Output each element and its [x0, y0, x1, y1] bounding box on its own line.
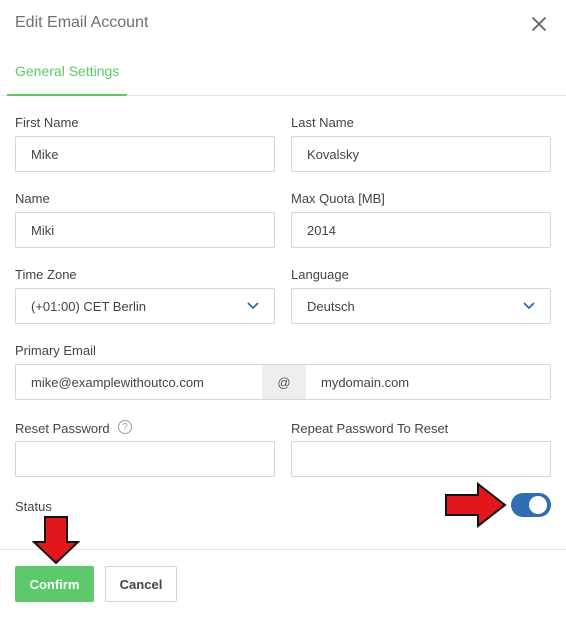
name-field[interactable] — [15, 212, 275, 248]
email-local-part-field[interactable] — [16, 365, 262, 399]
reset-password-field[interactable] — [15, 441, 275, 477]
chevron-down-icon — [523, 302, 535, 309]
tab-general-settings[interactable]: General Settings — [7, 50, 128, 96]
status-toggle[interactable] — [511, 493, 551, 517]
tab-bar: General Settings — [0, 50, 566, 96]
annotation-arrow-right-icon — [445, 482, 507, 528]
max-quota-label: Max Quota [MB] — [291, 191, 385, 206]
time-zone-select[interactable]: (+01:00) CET Berlin — [15, 288, 275, 324]
toggle-knob — [529, 496, 547, 514]
annotation-arrow-down-icon — [31, 516, 81, 565]
primary-email-group: @ — [15, 364, 551, 400]
first-name-field[interactable] — [15, 136, 275, 172]
chevron-down-icon — [247, 302, 259, 309]
confirm-button[interactable]: Confirm — [15, 566, 94, 602]
primary-email-label: Primary Email — [15, 343, 96, 358]
modal-title: Edit Email Account — [15, 14, 149, 31]
footer-divider — [0, 549, 566, 550]
max-quota-field[interactable] — [291, 212, 551, 248]
time-zone-value: (+01:00) CET Berlin — [31, 298, 147, 314]
email-at-addon: @ — [262, 365, 306, 399]
first-name-label: First Name — [15, 115, 79, 130]
email-domain-field[interactable] — [306, 365, 550, 399]
repeat-password-label: Repeat Password To Reset — [291, 421, 449, 436]
modal-header: Edit Email Account — [0, 0, 566, 50]
edit-email-account-modal: Edit Email Account General Settings Firs… — [0, 0, 566, 624]
close-icon[interactable] — [527, 12, 551, 36]
language-label: Language — [291, 267, 349, 282]
last-name-field[interactable] — [291, 136, 551, 172]
time-zone-label: Time Zone — [15, 267, 77, 282]
status-label: Status — [15, 499, 52, 514]
language-value: Deutsch — [307, 298, 355, 314]
cancel-button[interactable]: Cancel — [105, 566, 177, 602]
repeat-password-field[interactable] — [291, 441, 551, 477]
question-circle-icon[interactable]: ? — [118, 420, 132, 434]
last-name-label: Last Name — [291, 115, 354, 130]
language-select[interactable]: Deutsch — [291, 288, 551, 324]
name-label: Name — [15, 191, 50, 206]
reset-password-label: Reset Password — [15, 421, 110, 436]
